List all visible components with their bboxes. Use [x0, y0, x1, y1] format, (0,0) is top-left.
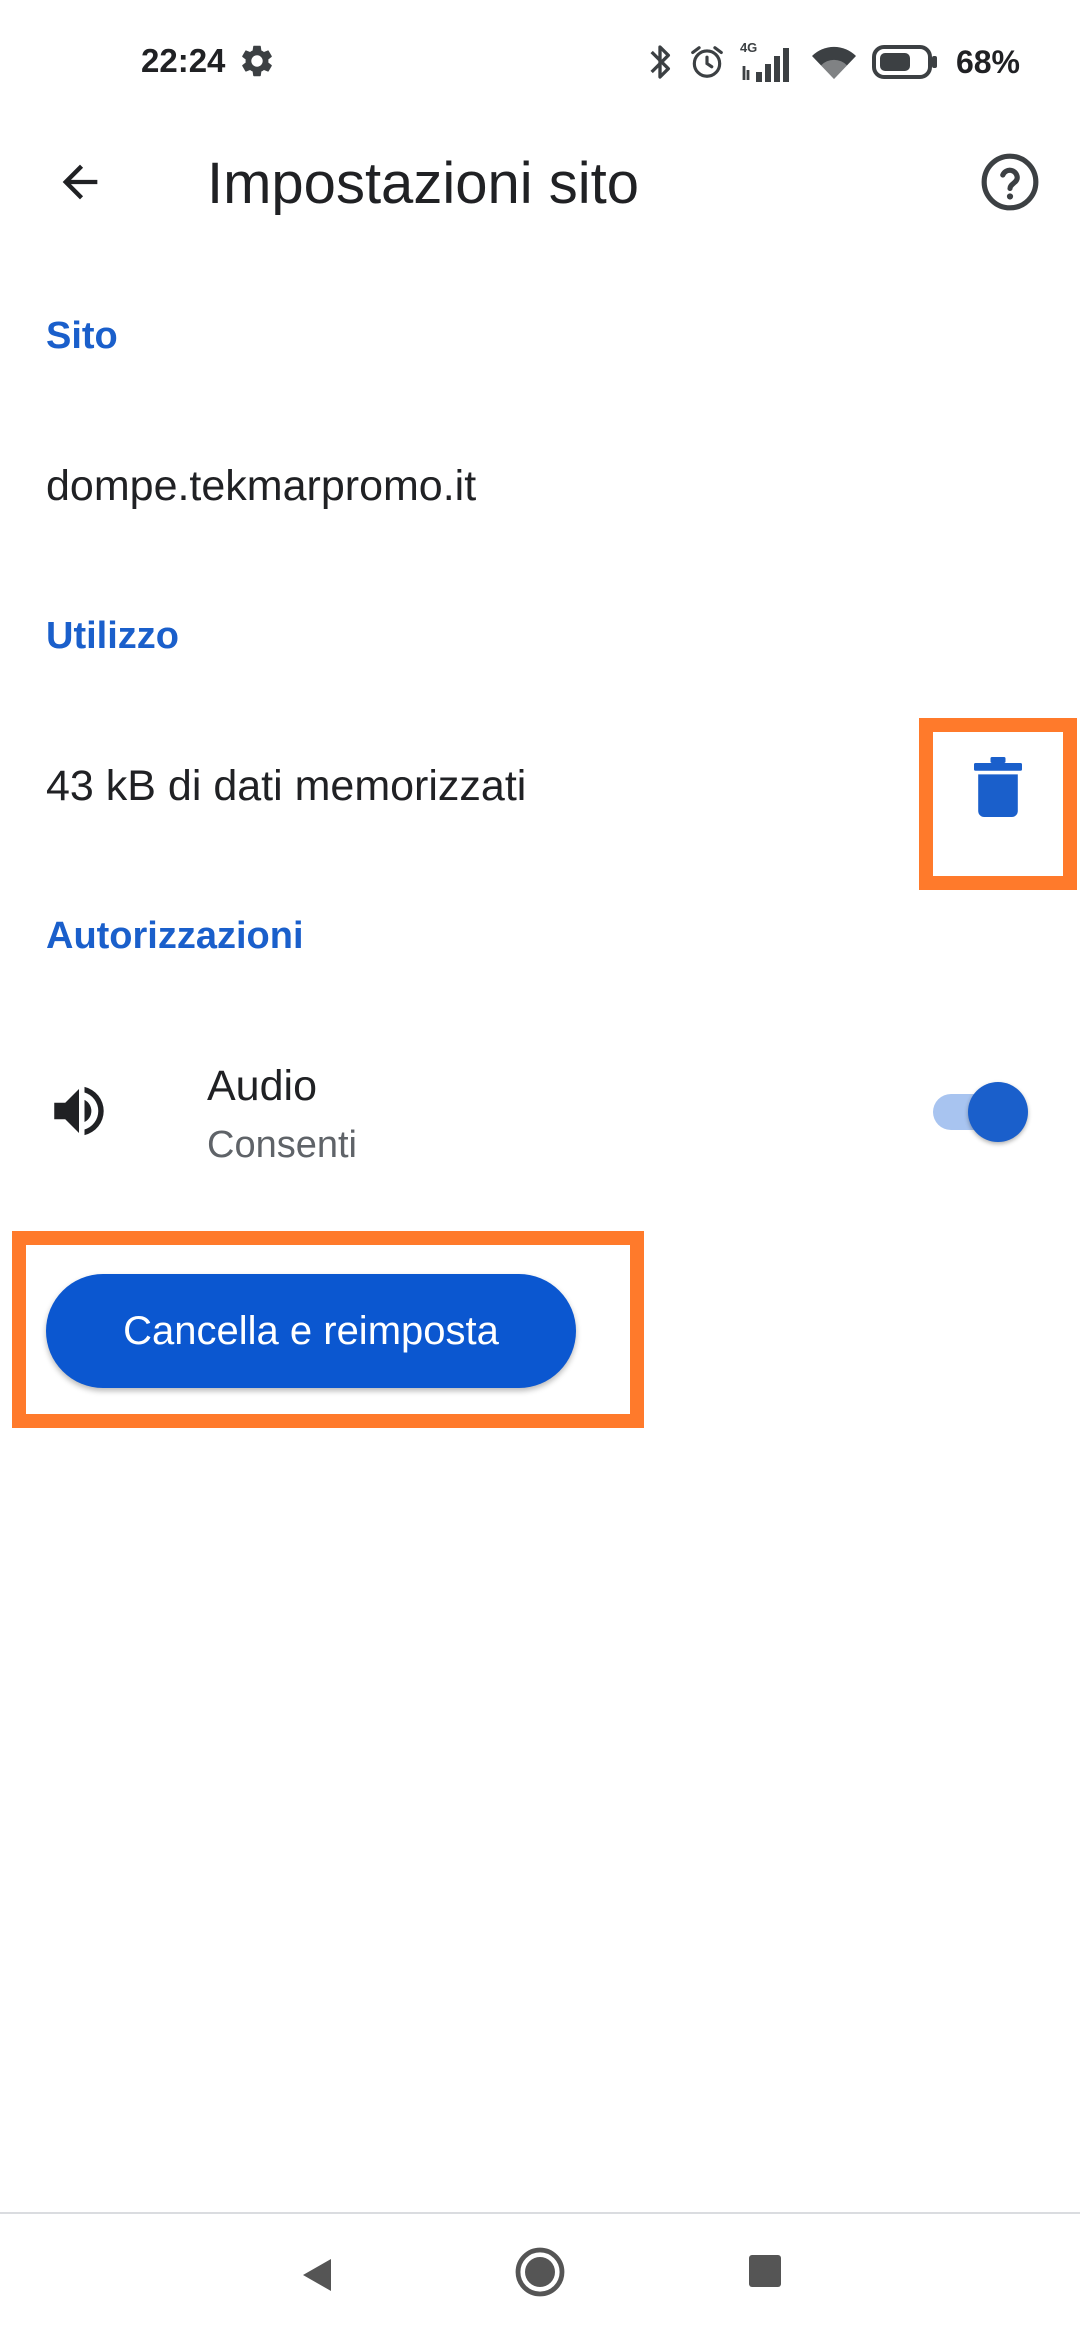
nav-back-icon — [297, 2255, 337, 2300]
clear-and-reset-button[interactable]: Cancella e reimposta — [46, 1274, 576, 1388]
trash-icon — [974, 756, 1022, 822]
audio-toggle-switch[interactable] — [928, 1079, 1028, 1143]
help-button[interactable] — [970, 144, 1050, 224]
status-icons: 4G 68% — [646, 40, 1020, 84]
permission-status: Consenti — [207, 1124, 357, 1166]
speaker-icon — [46, 1078, 112, 1144]
toggle-thumb — [968, 1082, 1028, 1142]
nav-home-button[interactable] — [512, 2246, 568, 2302]
system-nav-bar — [0, 2214, 1080, 2340]
battery-icon — [871, 45, 938, 79]
status-bar: 22:24 4G 68% — [0, 0, 1080, 120]
bluetooth-icon — [646, 42, 674, 82]
nav-back-button[interactable] — [290, 2250, 344, 2304]
wifi-icon — [810, 43, 858, 81]
status-time: 22:24 — [141, 42, 226, 79]
page-title: Impostazioni sito — [207, 151, 639, 216]
app-bar: Impostazioni sito — [0, 120, 1080, 240]
stored-data-size: 43 kB di dati memorizzati — [46, 762, 527, 810]
nav-home-icon — [514, 2246, 566, 2303]
section-header-usage: Utilizzo — [46, 615, 179, 657]
battery-percent: 68% — [955, 43, 1020, 80]
section-header-permissions: Autorizzazioni — [46, 915, 304, 957]
gear-icon — [238, 42, 276, 80]
arrow-back-icon — [54, 156, 106, 213]
nav-recents-button[interactable] — [740, 2248, 790, 2298]
nav-recents-icon — [747, 2253, 783, 2294]
back-button[interactable] — [40, 144, 120, 224]
site-domain: dompe.tekmarpromo.it — [46, 462, 477, 510]
alarm-icon — [688, 43, 726, 81]
help-circle-icon — [979, 151, 1041, 218]
permission-title: Audio — [207, 1062, 317, 1110]
signal-icon: 4G — [740, 40, 796, 82]
clear-data-button[interactable] — [961, 752, 1035, 826]
section-header-site: Sito — [46, 315, 118, 357]
